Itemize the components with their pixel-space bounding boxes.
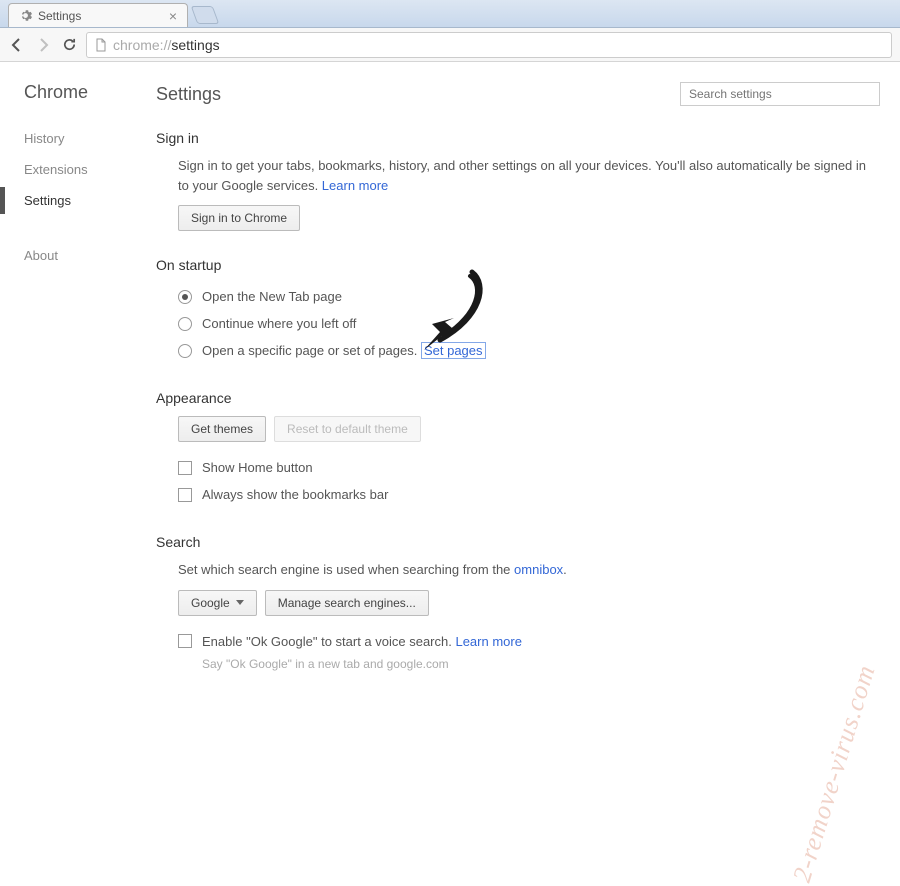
section-signin: Sign in Sign in to get your tabs, bookma… (156, 130, 880, 231)
learn-more-link[interactable]: Learn more (322, 178, 388, 193)
sidebar: Chrome History Extensions Settings About (0, 62, 140, 700)
url-text: chrome://settings (113, 37, 220, 53)
forward-button[interactable] (34, 36, 52, 54)
close-icon[interactable]: × (169, 8, 177, 24)
reset-theme-button[interactable]: Reset to default theme (274, 416, 421, 442)
radio-icon (178, 290, 192, 304)
section-heading: Appearance (156, 390, 880, 406)
startup-radio-continue[interactable]: Continue where you left off (178, 310, 880, 337)
radio-label: Open the New Tab page (202, 289, 342, 304)
sidebar-item-settings[interactable]: Settings (24, 185, 140, 216)
set-pages-link[interactable]: Set pages (421, 342, 486, 359)
checkbox-label: Always show the bookmarks bar (202, 487, 388, 502)
browser-tab[interactable]: Settings × (8, 3, 188, 27)
radio-label: Open a specific page or set of pages. Se… (202, 343, 486, 358)
manage-search-engines-button[interactable]: Manage search engines... (265, 590, 429, 616)
get-themes-button[interactable]: Get themes (178, 416, 266, 442)
toolbar: chrome://settings (0, 28, 900, 62)
section-heading: On startup (156, 257, 880, 273)
signin-button[interactable]: Sign in to Chrome (178, 205, 300, 231)
gear-icon (19, 9, 32, 22)
ok-google-hint: Say "Ok Google" in a new tab and google.… (178, 657, 880, 671)
radio-label: Continue where you left off (202, 316, 356, 331)
section-search: Search Set which search engine is used w… (156, 534, 880, 671)
sidebar-item-history[interactable]: History (24, 123, 140, 154)
ok-google-checkbox[interactable]: Enable "Ok Google" to start a voice sear… (178, 628, 880, 655)
checkbox-icon (178, 461, 192, 475)
startup-radio-specific[interactable]: Open a specific page or set of pages. Se… (178, 337, 880, 364)
back-button[interactable] (8, 36, 26, 54)
learn-more-link[interactable]: Learn more (455, 634, 521, 649)
page-title: Settings (156, 84, 221, 105)
search-settings-input[interactable] (680, 82, 880, 106)
show-home-checkbox[interactable]: Show Home button (178, 454, 880, 481)
show-bookmarks-checkbox[interactable]: Always show the bookmarks bar (178, 481, 880, 508)
reload-button[interactable] (60, 36, 78, 54)
tab-title: Settings (38, 9, 163, 23)
search-engine-dropdown[interactable]: Google (178, 590, 257, 616)
section-people: People (156, 697, 880, 701)
section-heading: People (156, 697, 880, 701)
sidebar-item-about[interactable]: About (24, 240, 140, 271)
section-heading: Sign in (156, 130, 880, 146)
checkbox-label: Show Home button (202, 460, 313, 475)
sidebar-brand: Chrome (24, 82, 140, 103)
tab-strip: Settings × (0, 0, 900, 28)
radio-icon (178, 344, 192, 358)
section-startup: On startup Open the New Tab page Continu… (156, 257, 880, 364)
checkbox-icon (178, 488, 192, 502)
startup-radio-newtab[interactable]: Open the New Tab page (178, 283, 880, 310)
checkbox-label: Enable "Ok Google" to start a voice sear… (202, 634, 522, 649)
page-icon (95, 38, 107, 52)
checkbox-icon (178, 634, 192, 648)
main-panel: Settings Sign in Sign in to get your tab… (140, 62, 900, 700)
omnibox[interactable]: chrome://settings (86, 32, 892, 58)
section-appearance: Appearance Get themes Reset to default t… (156, 390, 880, 508)
new-tab-button[interactable] (191, 6, 220, 24)
content: Chrome History Extensions Settings About… (0, 62, 900, 700)
radio-icon (178, 317, 192, 331)
omnibox-link[interactable]: omnibox (514, 562, 563, 577)
sidebar-item-extensions[interactable]: Extensions (24, 154, 140, 185)
section-heading: Search (156, 534, 880, 550)
chevron-down-icon (236, 600, 244, 605)
signin-description: Sign in to get your tabs, bookmarks, his… (178, 156, 880, 195)
search-description: Set which search engine is used when sea… (178, 560, 880, 580)
